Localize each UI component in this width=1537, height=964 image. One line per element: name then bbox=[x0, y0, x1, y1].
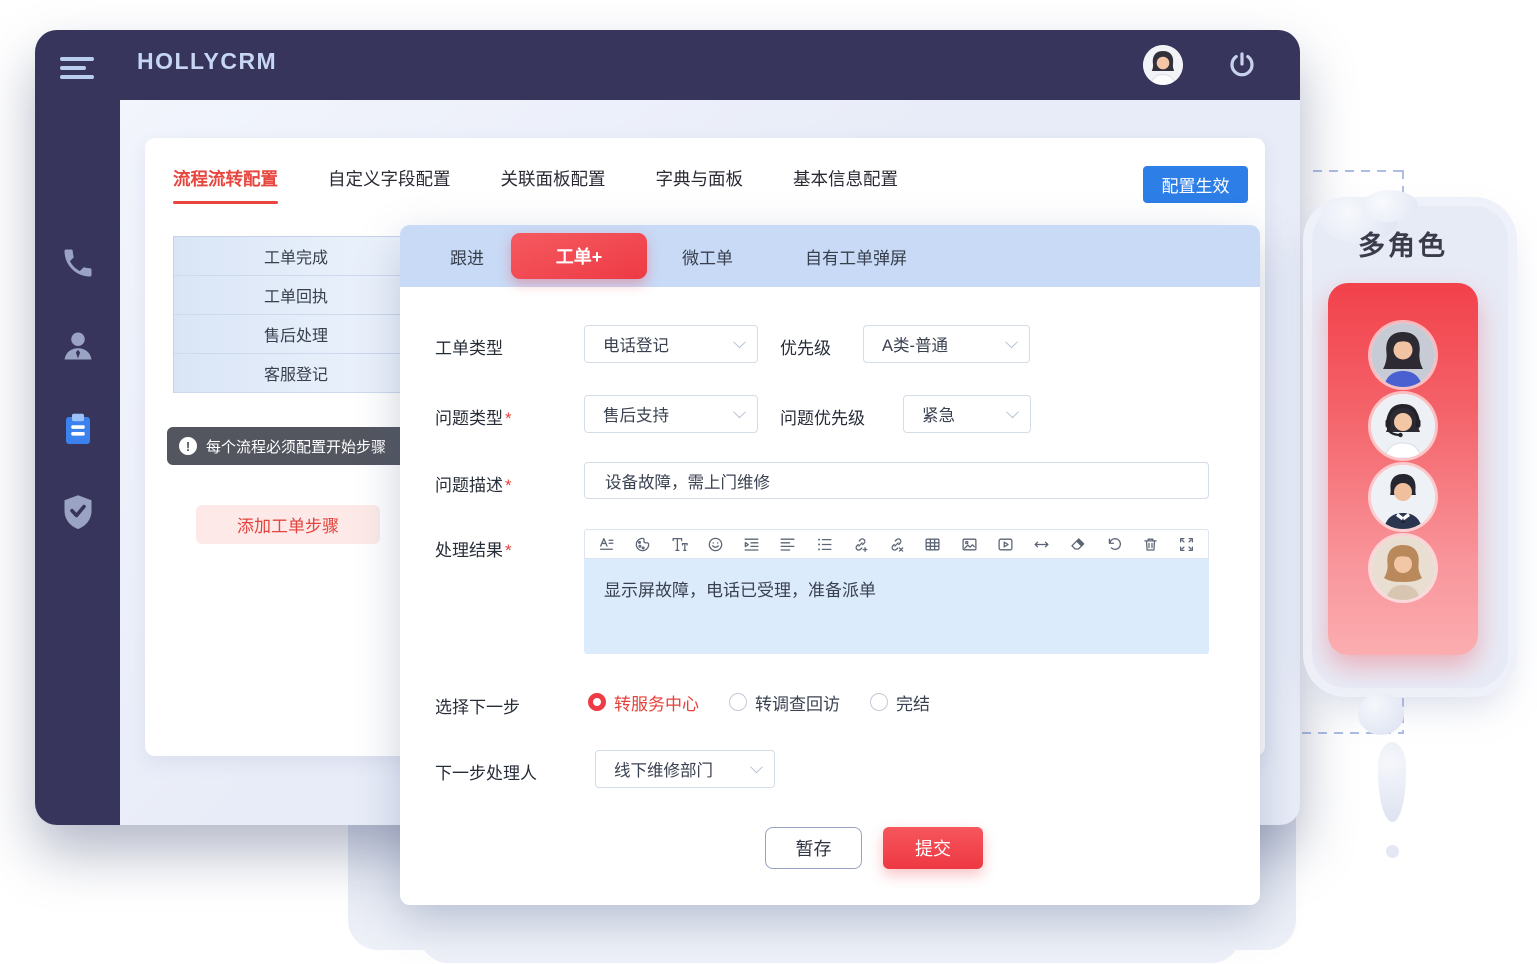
horizontal-rule-icon[interactable] bbox=[1033, 536, 1050, 553]
radio-finish[interactable]: 完结 bbox=[870, 690, 930, 715]
add-step-button[interactable]: 添加工单步骤 bbox=[196, 505, 380, 544]
workorder-modal: 跟进 工单+ 微工单 自有工单弹屏 工单类型 电话登记 优先级 A类-普通 问题… bbox=[400, 225, 1260, 905]
contact-icon[interactable] bbox=[60, 328, 96, 364]
issue-type-select[interactable]: 售后支持 bbox=[584, 395, 758, 433]
remove-link-icon[interactable] bbox=[888, 536, 905, 553]
issue-type-label: 问题类型* bbox=[435, 404, 512, 429]
app-root: 多角色 HOLLYCRM bbox=[0, 0, 1537, 964]
workorder-icon[interactable] bbox=[60, 411, 96, 447]
next-handler-select[interactable]: 线下维修部门 bbox=[595, 750, 775, 788]
align-icon[interactable] bbox=[779, 536, 796, 553]
undo-icon[interactable] bbox=[1106, 536, 1123, 553]
issue-priority-label: 问题优先级 bbox=[780, 404, 865, 429]
config-tabs: 流程流转配置 自定义字段配置 关联面板配置 字典与面板 基本信息配置 bbox=[173, 166, 898, 191]
rich-text-editor: 显示屏故障，电话已受理，准备派单 bbox=[584, 529, 1209, 654]
male-agent-avatar bbox=[1371, 465, 1435, 529]
next-handler-label: 下一步处理人 bbox=[435, 759, 537, 784]
eraser-icon[interactable] bbox=[1069, 536, 1086, 553]
headset-agent-avatar bbox=[1371, 394, 1435, 458]
modal-tab-bar: 跟进 工单+ 微工单 自有工单弹屏 bbox=[400, 225, 1260, 287]
tab-dictionary-panel[interactable]: 字典与面板 bbox=[656, 166, 744, 191]
multi-role-title: 多角色 bbox=[1358, 224, 1448, 263]
chevron-down-icon bbox=[733, 406, 746, 419]
droplet-decoration bbox=[1358, 693, 1404, 735]
apply-config-button[interactable]: 配置生效 bbox=[1143, 166, 1248, 203]
fullscreen-icon[interactable] bbox=[1178, 536, 1195, 553]
save-draft-button[interactable]: 暂存 bbox=[765, 827, 862, 869]
modal-tab-workorder[interactable]: 工单+ bbox=[511, 233, 647, 279]
radio-dot bbox=[588, 693, 606, 711]
list-item-step[interactable]: 售后处理 bbox=[174, 315, 418, 354]
trash-icon[interactable] bbox=[1142, 536, 1159, 553]
notice-text: 每个流程必须配置开始步骤 bbox=[206, 436, 386, 457]
modal-tab-follow[interactable]: 跟进 bbox=[450, 244, 484, 269]
tab-linked-panel[interactable]: 关联面板配置 bbox=[501, 166, 606, 191]
power-icon[interactable] bbox=[1224, 47, 1260, 83]
issue-desc-input[interactable]: 设备故障，需上门维修 bbox=[584, 462, 1209, 499]
issue-desc-label: 问题描述* bbox=[435, 471, 512, 496]
radio-service-center[interactable]: 转服务中心 bbox=[588, 690, 699, 715]
list-item-step[interactable]: 工单完成 bbox=[174, 237, 418, 276]
result-label: 处理结果* bbox=[435, 536, 512, 561]
roles-panel bbox=[1328, 283, 1478, 655]
droplet-decoration bbox=[1378, 742, 1406, 822]
issue-priority-select[interactable]: 紧急 bbox=[903, 395, 1031, 433]
image-icon[interactable] bbox=[961, 536, 978, 553]
radio-survey-callback[interactable]: 转调查回访 bbox=[729, 690, 840, 715]
priority-label: 优先级 bbox=[780, 334, 831, 359]
chevron-down-icon bbox=[1006, 406, 1019, 419]
font-icon[interactable] bbox=[598, 536, 615, 553]
next-step-label: 选择下一步 bbox=[435, 693, 520, 718]
editor-toolbar bbox=[584, 529, 1209, 559]
radio-dot bbox=[870, 693, 888, 711]
chevron-down-icon bbox=[750, 761, 763, 774]
modal-tab-micro-workorder[interactable]: 微工单 bbox=[682, 244, 733, 269]
female-customer-avatar bbox=[1371, 536, 1435, 600]
insert-link-icon[interactable] bbox=[852, 536, 869, 553]
modal-tab-own-popup[interactable]: 自有工单弹屏 bbox=[805, 244, 907, 269]
tab-custom-fields[interactable]: 自定义字段配置 bbox=[328, 166, 451, 191]
list-item-step[interactable]: 客服登记 bbox=[174, 354, 418, 393]
ticket-type-label: 工单类型 bbox=[435, 334, 503, 359]
priority-select[interactable]: A类-普通 bbox=[863, 325, 1030, 363]
list-item-step[interactable]: 工单回执 bbox=[174, 276, 418, 315]
video-icon[interactable] bbox=[997, 536, 1014, 553]
unordered-list-icon[interactable] bbox=[816, 536, 833, 553]
tab-basic-info[interactable]: 基本信息配置 bbox=[793, 166, 898, 191]
tab-flow-config[interactable]: 流程流转配置 bbox=[173, 166, 278, 191]
chevron-down-icon bbox=[1005, 336, 1018, 349]
chevron-down-icon bbox=[733, 336, 746, 349]
security-icon[interactable] bbox=[60, 493, 96, 529]
droplet-decoration bbox=[1386, 845, 1399, 858]
submit-button[interactable]: 提交 bbox=[883, 827, 983, 869]
text-size-icon[interactable] bbox=[671, 536, 688, 553]
phone-icon[interactable] bbox=[60, 245, 96, 281]
table-icon[interactable] bbox=[924, 536, 941, 553]
cloud-decoration bbox=[1362, 190, 1418, 222]
workflow-step-list: 工单完成 工单回执 售后处理 客服登记 bbox=[173, 236, 419, 393]
next-step-radio-group: 转服务中心 转调查回访 完结 bbox=[588, 687, 930, 717]
indent-icon[interactable] bbox=[743, 536, 760, 553]
ticket-type-select[interactable]: 电话登记 bbox=[584, 325, 758, 363]
result-textarea[interactable]: 显示屏故障，电话已受理，准备派单 bbox=[584, 559, 1209, 654]
dashed-guide-top bbox=[1313, 170, 1404, 172]
exclamation-icon: ! bbox=[179, 437, 197, 455]
brand-logo: HOLLYCRM bbox=[137, 48, 277, 75]
emoji-icon[interactable] bbox=[707, 536, 724, 553]
color-palette-icon[interactable] bbox=[634, 536, 651, 553]
menu-icon[interactable] bbox=[60, 57, 94, 81]
female-agent-avatar bbox=[1371, 323, 1435, 387]
user-avatar[interactable] bbox=[1143, 45, 1183, 85]
radio-dot bbox=[729, 693, 747, 711]
notice-tooltip: ! 每个流程必须配置开始步骤 bbox=[167, 427, 419, 465]
